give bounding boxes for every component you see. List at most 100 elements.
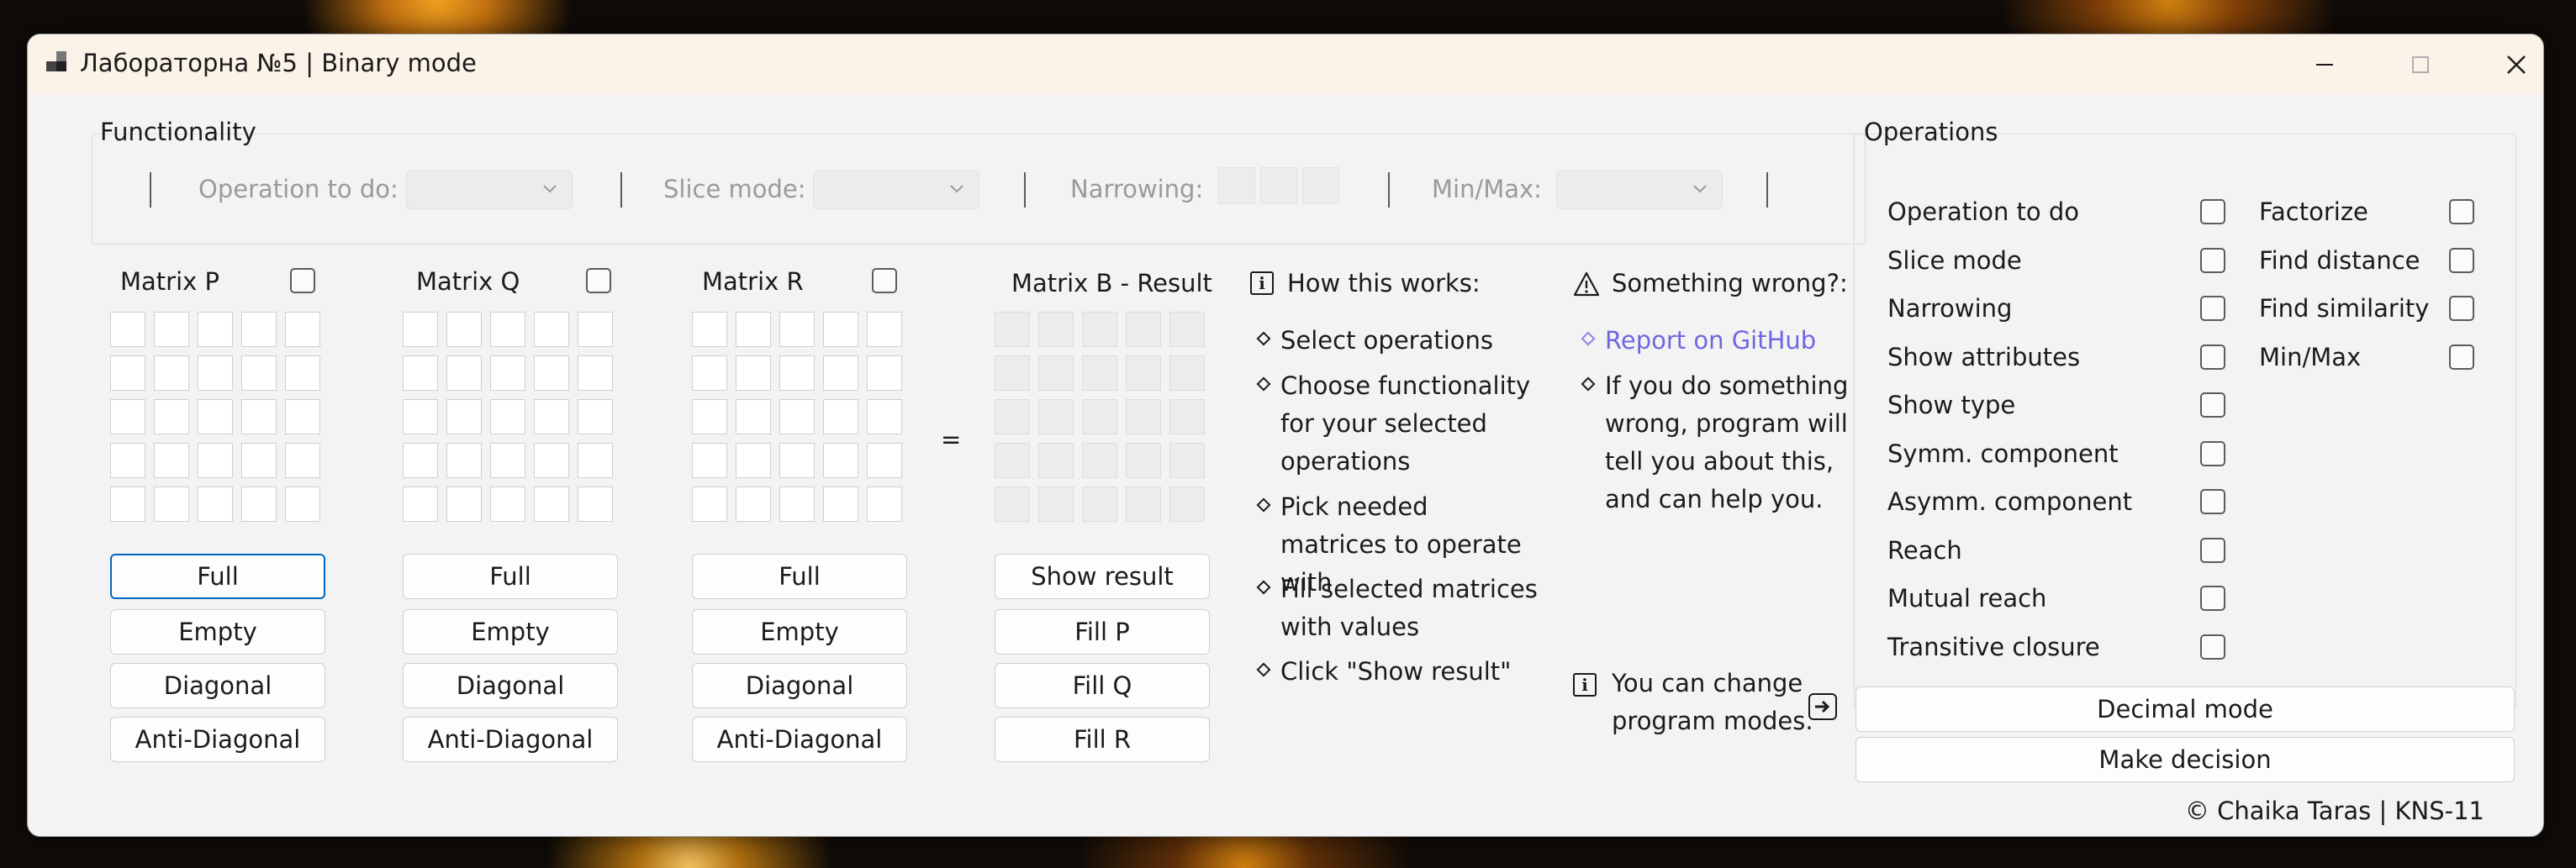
matrix-cell[interactable] [446, 443, 482, 478]
matrix-cell[interactable] [1038, 443, 1074, 478]
operation-checkbox[interactable] [2200, 634, 2225, 660]
matrix-cell[interactable] [490, 355, 525, 391]
operation-checkbox[interactable] [2449, 199, 2474, 224]
matrix-cell[interactable] [285, 443, 320, 478]
matrix-cell[interactable] [154, 312, 189, 347]
matrix-cell[interactable] [154, 487, 189, 522]
operation-checkbox[interactable] [2449, 296, 2474, 321]
matrix-cell[interactable] [241, 443, 277, 478]
matrix-cell[interactable] [154, 355, 189, 391]
matrix-cell[interactable] [823, 443, 858, 478]
matrix-cell[interactable] [1169, 443, 1205, 478]
matrix-p-checkbox[interactable] [290, 268, 315, 293]
matrix-cell[interactable] [1169, 355, 1205, 391]
operation-checkbox[interactable] [2200, 440, 2225, 466]
matrix-cell[interactable] [403, 312, 438, 347]
make-decision-button[interactable]: Make decision [1855, 737, 2515, 782]
slice-mode-select[interactable] [813, 171, 979, 209]
operation-to-do-select[interactable] [406, 171, 573, 209]
matrix-cell[interactable] [823, 487, 858, 522]
matrix-cell[interactable] [578, 355, 613, 391]
matrix-cell[interactable] [736, 487, 771, 522]
matrix-cell[interactable] [736, 312, 771, 347]
matrix-cell[interactable] [446, 487, 482, 522]
matrix-cell[interactable] [1038, 487, 1074, 522]
matrix-cell[interactable] [110, 443, 145, 478]
narrowing-cell[interactable] [1260, 167, 1297, 204]
narrowing-cell[interactable] [1218, 167, 1255, 204]
matrix-cell[interactable] [823, 355, 858, 391]
matrix-cell[interactable] [823, 399, 858, 434]
matrix-cell[interactable] [534, 487, 569, 522]
matrix-cell[interactable] [403, 355, 438, 391]
matrix-cell[interactable] [867, 312, 902, 347]
matrix-cell[interactable] [241, 399, 277, 434]
operation-checkbox[interactable] [2200, 199, 2225, 224]
matrix-cell[interactable] [198, 399, 233, 434]
operation-checkbox[interactable] [2200, 344, 2225, 370]
matrix-cell[interactable] [1038, 312, 1074, 347]
matrix-q-anti-diagonal-button[interactable]: Anti-Diagonal [403, 717, 618, 762]
matrix-cell[interactable] [446, 312, 482, 347]
show-result-button[interactable]: Show result [995, 554, 1210, 599]
matrix-cell[interactable] [198, 443, 233, 478]
matrix-cell[interactable] [1126, 312, 1161, 347]
matrix-r-diagonal-button[interactable]: Diagonal [692, 663, 907, 708]
matrix-cell[interactable] [692, 487, 727, 522]
matrix-cell[interactable] [692, 399, 727, 434]
matrix-cell[interactable] [285, 312, 320, 347]
matrix-p-empty-button[interactable]: Empty [110, 609, 325, 655]
matrix-q-full-button[interactable]: Full [403, 554, 618, 599]
minimize-button[interactable] [2278, 34, 2372, 95]
matrix-p-diagonal-button[interactable]: Diagonal [110, 663, 325, 708]
matrix-r-empty-button[interactable]: Empty [692, 609, 907, 655]
matrix-cell[interactable] [1169, 487, 1205, 522]
matrix-q-checkbox[interactable] [586, 268, 611, 293]
matrix-cell[interactable] [241, 355, 277, 391]
matrix-cell[interactable] [692, 312, 727, 347]
title-bar[interactable]: Лабораторна №5 | Binary mode [28, 34, 2543, 95]
matrix-cell[interactable] [578, 312, 613, 347]
matrix-cell[interactable] [403, 487, 438, 522]
operation-checkbox[interactable] [2200, 247, 2225, 273]
report-github-link[interactable]: Report on GitHub [1605, 322, 1816, 360]
matrix-cell[interactable] [241, 487, 277, 522]
matrix-cell[interactable] [1082, 487, 1117, 522]
matrix-r-checkbox[interactable] [872, 268, 897, 293]
operation-checkbox[interactable] [2200, 537, 2225, 563]
matrix-cell[interactable] [154, 399, 189, 434]
matrix-cell[interactable] [1038, 355, 1074, 391]
operation-checkbox[interactable] [2200, 392, 2225, 418]
operation-checkbox[interactable] [2200, 489, 2225, 514]
matrix-cell[interactable] [154, 443, 189, 478]
narrowing-cell[interactable] [1302, 167, 1339, 204]
matrix-r-anti-diagonal-button[interactable]: Anti-Diagonal [692, 717, 907, 762]
matrix-cell[interactable] [490, 443, 525, 478]
matrix-cell[interactable] [995, 355, 1030, 391]
matrix-cell[interactable] [1126, 487, 1161, 522]
operation-checkbox[interactable] [2200, 586, 2225, 611]
matrix-cell[interactable] [736, 399, 771, 434]
matrix-cell[interactable] [534, 399, 569, 434]
close-button[interactable] [2469, 34, 2543, 95]
matrix-cell[interactable] [1126, 355, 1161, 391]
operation-checkbox[interactable] [2449, 344, 2474, 370]
matrix-cell[interactable] [403, 443, 438, 478]
matrix-cell[interactable] [779, 312, 815, 347]
matrix-cell[interactable] [110, 355, 145, 391]
matrix-cell[interactable] [578, 443, 613, 478]
fill-r-button[interactable]: Fill R [995, 717, 1210, 762]
matrix-cell[interactable] [779, 487, 815, 522]
matrix-cell[interactable] [995, 399, 1030, 434]
matrix-cell[interactable] [823, 312, 858, 347]
fill-p-button[interactable]: Fill P [995, 609, 1210, 655]
matrix-cell[interactable] [995, 443, 1030, 478]
matrix-cell[interactable] [198, 487, 233, 522]
matrix-cell[interactable] [779, 399, 815, 434]
matrix-cell[interactable] [995, 312, 1030, 347]
matrix-cell[interactable] [446, 399, 482, 434]
matrix-cell[interactable] [490, 487, 525, 522]
matrix-cell[interactable] [995, 487, 1030, 522]
matrix-cell[interactable] [1126, 443, 1161, 478]
matrix-cell[interactable] [110, 487, 145, 522]
